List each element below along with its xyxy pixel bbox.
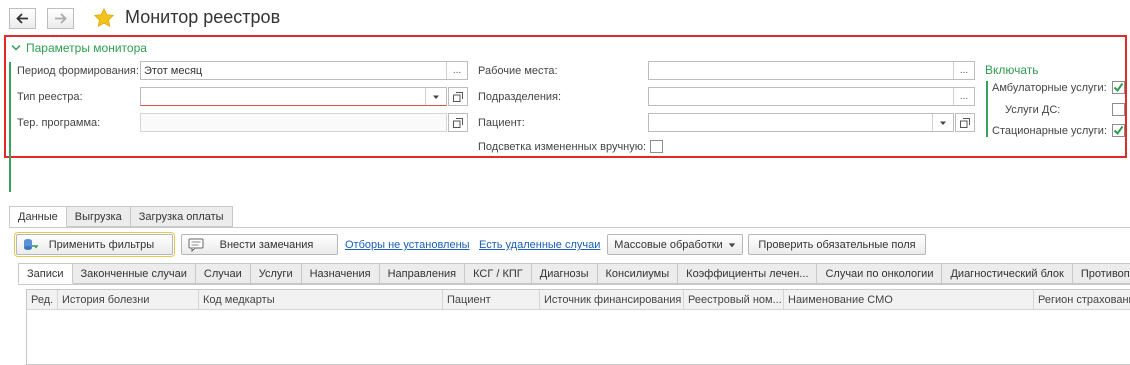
include-title: Включать [985, 63, 1039, 77]
records-table-header: Ред. История болезни Код медкарты Пациен… [27, 290, 1130, 310]
checkmark-icon [1113, 82, 1124, 93]
subtab-consiliums[interactable]: Консилиумы [597, 263, 679, 284]
arrow-right-icon [55, 13, 67, 24]
parameters-group-bar [9, 62, 11, 192]
subtab-cases[interactable]: Случаи [195, 263, 251, 284]
workplaces-select-button[interactable]: ... [953, 62, 974, 79]
sub-tabs: Записи Законченные случаи Случаи Услуги … [18, 263, 1130, 284]
mass-processing-label: Массовые обработки [614, 238, 723, 251]
open-form-icon [453, 91, 463, 102]
departments-select-button[interactable]: ... [953, 88, 974, 105]
column-header-edit[interactable]: Ред. [27, 290, 58, 310]
subtab-treatment-coefficients[interactable]: Коэффициенты лечен... [678, 263, 818, 284]
parameters-group-title: Параметры монитора [26, 41, 147, 55]
departments-label: Подразделения: [478, 91, 562, 103]
period-field[interactable]: Этот месяц ... [140, 61, 468, 80]
filters-not-set-link[interactable]: Отборы не установлены [345, 239, 470, 251]
apply-filters-label: Применить фильтры [48, 238, 155, 251]
include-ambulatory-label: Амбулаторные услуги: [992, 82, 1107, 94]
patient-open-button[interactable] [955, 113, 975, 132]
workplaces-label: Рабочие места: [478, 65, 558, 77]
deleted-cases-link[interactable]: Есть удаленные случаи [479, 239, 600, 251]
subtab-oncology-cases[interactable]: Случаи по онкологии [817, 263, 943, 284]
dropdown-arrow-icon [940, 121, 946, 125]
period-value: Этот месяц [144, 64, 203, 77]
subtab-services[interactable]: Услуги [250, 263, 302, 284]
open-form-icon [960, 117, 970, 128]
favorite-star-icon[interactable] [93, 7, 115, 29]
top-tabs: Данные Выгрузка Загрузка оплаты [9, 206, 233, 227]
period-label: Период формирования: [17, 65, 139, 77]
highlight-label: Подсветка измененных вручную: [478, 141, 647, 153]
parameters-group-toggle[interactable]: Параметры монитора [11, 41, 147, 55]
registry-type-label: Тип реестра: [17, 91, 83, 103]
include-stationary-checkbox[interactable] [1112, 124, 1125, 137]
tab-payment-import[interactable]: Загрузка оплаты [130, 206, 233, 227]
dropdown-arrow-icon [433, 95, 439, 99]
subtab-finished-cases[interactable]: Законченные случаи [72, 263, 196, 284]
include-ds-checkbox[interactable] [1112, 103, 1125, 116]
apply-filter-icon [24, 239, 39, 250]
add-remarks-label: Внести замечания [219, 238, 314, 251]
subtab-referrals[interactable]: Направления [379, 263, 466, 284]
subtab-prescriptions[interactable]: Назначения [301, 263, 380, 284]
top-tabs-baseline [9, 227, 1130, 228]
add-remarks-button[interactable]: Внести замечания [181, 234, 338, 255]
include-ambulatory-checkbox[interactable] [1112, 81, 1125, 94]
apply-filters-button[interactable]: Применить фильтры [14, 232, 175, 257]
sub-tabs-baseline [18, 284, 1130, 285]
include-ds-label: Услуги ДС: [1005, 104, 1061, 116]
column-header-funding-source[interactable]: Источник финансирования [540, 290, 684, 310]
ter-program-label: Тер. программа: [17, 117, 101, 129]
departments-field[interactable]: ... [648, 87, 975, 106]
subtab-ksg-kpg[interactable]: КСГ / КПГ [465, 263, 532, 284]
checkmark-icon [1113, 125, 1124, 136]
workplaces-field[interactable]: ... [648, 61, 975, 80]
ter-program-field[interactable] [140, 113, 447, 132]
column-header-smo-name[interactable]: Наименование СМО [784, 290, 1034, 310]
patient-label: Пациент: [478, 117, 525, 129]
check-required-fields-button[interactable]: Проверить обязательные поля [748, 234, 926, 255]
column-header-registry-number[interactable]: Реестровый ном... [684, 290, 784, 310]
column-header-medcard-code[interactable]: Код медкарты [199, 290, 443, 310]
column-header-case-history[interactable]: История болезни [58, 290, 199, 310]
column-header-insurance-region[interactable]: Регион страховани [1034, 290, 1130, 310]
column-header-patient[interactable]: Пациент [443, 290, 540, 310]
arrow-left-icon [16, 13, 28, 24]
dropdown-arrow-icon [728, 242, 735, 247]
comment-icon [188, 238, 204, 252]
patient-field[interactable] [648, 113, 954, 132]
subtab-records[interactable]: Записи [18, 263, 73, 284]
tab-export[interactable]: Выгрузка [66, 206, 131, 227]
subtab-diagnostic-block[interactable]: Диагностический блок [942, 263, 1073, 284]
ter-program-open-button[interactable] [448, 113, 468, 132]
mass-processing-button[interactable]: Массовые обработки [607, 234, 743, 255]
registry-type-open-button[interactable] [448, 87, 468, 106]
check-required-fields-label: Проверить обязательные поля [758, 238, 916, 251]
tab-data[interactable]: Данные [9, 206, 67, 227]
patient-dropdown-button[interactable] [932, 114, 953, 131]
subtab-diagnoses[interactable]: Диагнозы [531, 263, 598, 284]
highlight-checkbox[interactable] [650, 140, 663, 153]
chevron-down-icon [11, 44, 21, 51]
include-stationary-label: Стационарные услуги: [992, 125, 1108, 137]
open-form-icon [453, 117, 463, 128]
period-select-button[interactable]: ... [446, 62, 467, 79]
registry-type-field[interactable] [140, 87, 447, 106]
include-group-bar [986, 81, 988, 137]
back-button[interactable] [9, 8, 36, 29]
subtab-contraindications[interactable]: Противопо [1072, 263, 1130, 284]
registry-type-dropdown-button[interactable] [425, 88, 446, 105]
page-title: Монитор реестров [125, 7, 281, 27]
forward-button[interactable] [47, 8, 74, 29]
